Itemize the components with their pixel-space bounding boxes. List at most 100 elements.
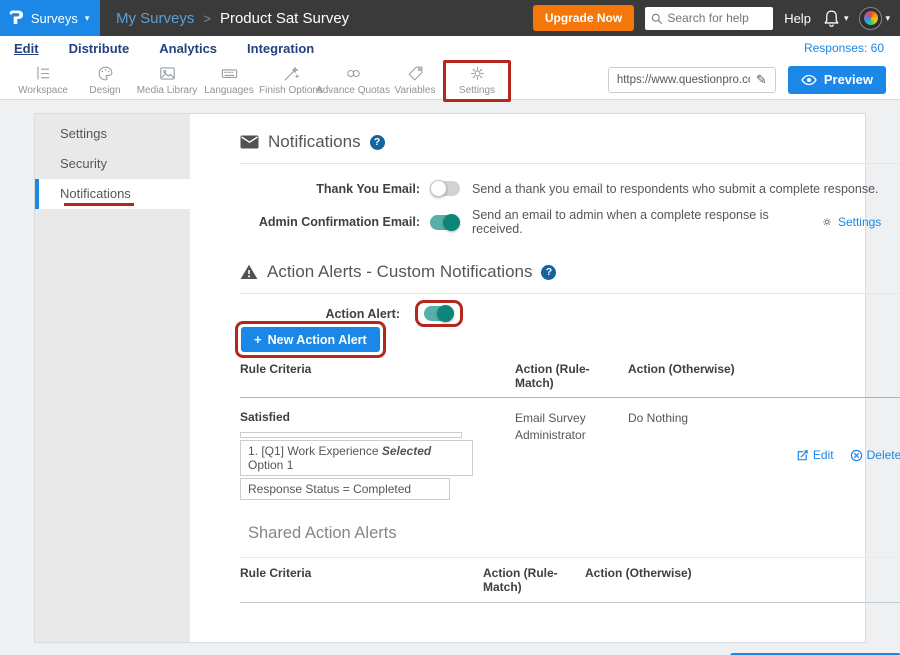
section-title: Notifications [268,132,361,152]
account-menu[interactable]: ▾ [859,7,890,30]
tab-edit[interactable]: Edit [14,41,39,56]
toolbar-item-languages[interactable]: Languages [198,64,260,96]
thank-you-email-label: Thank You Email: [240,182,420,196]
breadcrumb: My Surveys > Product Sat Survey [116,10,349,27]
notifications-section-header: Notifications ? [240,132,900,164]
toolbar-item-advance-quotas[interactable]: Advance Quotas [322,64,384,96]
envelope-icon [240,135,259,149]
preview-button[interactable]: Preview [788,66,886,94]
toolbar-item-design[interactable]: Design [74,64,136,96]
sidebar-item-settings[interactable]: Settings [35,119,190,149]
toggle-knob [437,305,454,322]
product-tabs: Edit Distribute Analytics Integration Re… [0,36,900,60]
admin-confirmation-email-row: Admin Confirmation Email: Send an email … [240,208,900,236]
action-alerts-table: Rule Criteria Action (Rule-Match) Action… [240,362,900,500]
eye-icon [801,74,817,86]
edit-pencil-icon [796,449,809,462]
survey-url-input[interactable] [617,74,750,86]
top-header: Ɂ Surveys ▾ My Surveys > Product Sat Sur… [0,0,900,36]
new-action-alert-button[interactable]: + New Action Alert [241,327,380,352]
bell-icon [822,9,841,28]
magic-wand-icon [282,64,301,83]
table-row: Satisfied 1. [Q1] Work Experience Select… [240,398,900,500]
help-search-box [645,7,773,30]
col-action-rule-match: Action (Rule-Match) [515,362,628,390]
col-action-rule-match: Action (Rule-Match) [483,566,585,594]
search-icon [651,12,662,25]
action-otherwise-cell: Do Nothing [628,410,740,500]
admin-confirmation-toggle[interactable] [430,215,460,230]
help-link[interactable]: Help [784,11,811,26]
plus-icon: + [254,332,262,347]
tag-icon [406,64,425,83]
chevron-down-icon: ▾ [844,13,849,24]
workspace-icon [34,64,53,83]
row-actions: Edit Delete [740,410,900,500]
tab-analytics[interactable]: Analytics [159,41,217,56]
settings-sidebar: Settings Security Notifications [35,114,190,642]
content-area: Settings Security Notifications Notifica… [0,100,900,655]
notifications-main: Notifications ? Thank You Email: Send a … [190,114,900,642]
product-menu-label: Surveys [31,11,78,26]
shared-action-alerts-section: Shared Action Alerts Rule Criteria Actio… [240,524,900,603]
thank-you-email-description: Send a thank you email to respondents wh… [472,182,879,196]
red-annotation-box: + New Action Alert [235,321,386,358]
email-settings-rows: Thank You Email: Send a thank you email … [240,181,900,236]
shared-alerts-title: Shared Action Alerts [248,524,900,543]
warning-triangle-icon [240,264,258,280]
edit-alert-link[interactable]: Edit [796,410,834,500]
toolbar-item-variables[interactable]: Variables [384,64,446,96]
delete-alert-link[interactable]: Delete [850,410,900,500]
toolbar-item-workspace[interactable]: Workspace [12,64,74,96]
table-header-row: Rule Criteria Action (Rule-Match) Action… [240,362,900,398]
image-icon [158,64,177,83]
notifications-bell-menu[interactable]: ▾ [822,9,849,28]
help-question-icon[interactable]: ? [370,135,385,150]
toolbar-item-settings[interactable]: Settings [446,64,508,96]
col-action-otherwise: Action (Otherwise) [628,362,740,390]
action-rule-match-cell: Email Survey Administrator [515,410,628,500]
sidebar-item-notifications[interactable]: Notifications [35,179,190,209]
toolbar-item-media-library[interactable]: Media Library [136,64,198,96]
search-input[interactable] [667,11,767,25]
toggle-knob [443,214,460,231]
admin-email-settings-link[interactable]: Settings [821,215,881,229]
breadcrumb-parent[interactable]: My Surveys [116,10,194,27]
col-rule-criteria: Rule Criteria [240,566,483,594]
rule-criteria-cell: Satisfied 1. [Q1] Work Experience Select… [240,410,515,500]
upgrade-now-button[interactable]: Upgrade Now [533,5,634,31]
chain-links-icon [344,64,363,83]
red-annotation-ring [415,300,463,327]
criteria-spacer-box [240,432,462,438]
edit-url-icon[interactable]: ✎ [756,72,767,88]
surveys-product-menu[interactable]: Ɂ Surveys ▾ [0,0,100,36]
chevron-down-icon: ▾ [885,13,890,24]
gear-icon [821,216,833,228]
settings-panel: Settings Security Notifications Notifica… [34,113,866,643]
gear-icon [468,64,487,83]
action-alert-toggle[interactable] [424,306,454,321]
admin-confirmation-label: Admin Confirmation Email: [240,215,420,229]
red-annotation-underline [64,203,134,206]
help-question-icon[interactable]: ? [541,265,556,280]
thank-you-email-row: Thank You Email: Send a thank you email … [240,181,900,196]
tab-integration[interactable]: Integration [247,41,314,56]
col-actions [740,362,900,390]
tab-distribute[interactable]: Distribute [69,41,130,56]
col-rule-criteria: Rule Criteria [240,362,515,390]
toggle-knob [430,180,447,197]
page-title: Product Sat Survey [220,10,349,27]
palette-icon [96,64,115,83]
topbar-right: Upgrade Now Help ▾ ▾ [533,5,900,31]
chevron-down-icon: ▾ [85,13,90,24]
delete-circle-x-icon [850,449,863,462]
breadcrumb-separator-icon: > [203,11,211,26]
toolbar-item-finish-options[interactable]: Finish Options [260,64,322,96]
col-action-otherwise: Action (Otherwise) [585,566,900,594]
action-alerts-section-header: Action Alerts - Custom Notifications ? [240,262,900,294]
thank-you-email-toggle[interactable] [430,181,460,196]
sidebar-item-security[interactable]: Security [35,149,190,179]
responses-count[interactable]: Responses: 60 [804,41,884,55]
criteria-item: 1. [Q1] Work Experience Selected Option … [240,440,473,476]
questionpro-logo-icon: Ɂ [9,9,24,28]
